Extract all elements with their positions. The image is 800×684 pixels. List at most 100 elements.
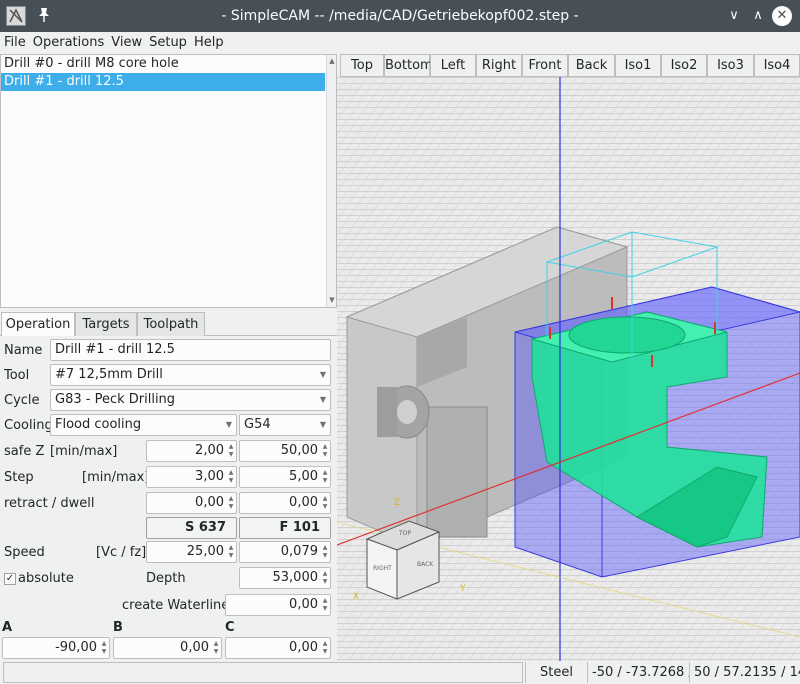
- step-min-field[interactable]: 3,00 ▲ ▼: [146, 466, 237, 488]
- spin-arrows-icon[interactable]: ▲ ▼: [227, 544, 235, 560]
- step-label: Step: [4, 470, 34, 485]
- tool-select[interactable]: #7 12,5mm Drill ▼: [50, 364, 331, 386]
- depth-field[interactable]: 53,000 ▲ ▼: [239, 567, 331, 589]
- list-scrollbar[interactable]: ▲ ▼: [326, 55, 336, 307]
- axis-a-field[interactable]: -90,00 ▲ ▼: [2, 637, 110, 659]
- list-item[interactable]: Drill #0 - drill M8 core hole: [1, 55, 325, 73]
- retract-field[interactable]: 0,00 ▲ ▼: [146, 492, 237, 514]
- view-back-button[interactable]: Back: [568, 54, 615, 77]
- minimize-button[interactable]: ∨: [724, 6, 744, 26]
- chevron-down-icon: ▼: [319, 420, 326, 429]
- speed-unit: [Vc / fz]: [96, 545, 147, 560]
- menu-view[interactable]: View: [107, 32, 145, 54]
- operations-list[interactable]: Drill #0 - drill M8 core hole Drill #1 -…: [0, 54, 337, 308]
- spin-arrows-icon[interactable]: ▲ ▼: [321, 495, 329, 511]
- tab-toolpath[interactable]: Toolpath: [137, 312, 205, 336]
- spin-arrows-icon[interactable]: ▲ ▼: [321, 570, 329, 586]
- status-bar: Steel -50 / -73.7268 / 5 50 / 57.2135 / …: [0, 661, 800, 684]
- axis-y-letter: Y: [459, 584, 466, 594]
- scroll-up-icon[interactable]: ▲: [328, 57, 336, 65]
- axis-c-field[interactable]: 0,00 ▲ ▼: [225, 637, 331, 659]
- safe-z-label: safe Z: [4, 444, 45, 459]
- maximize-button[interactable]: ∧: [748, 6, 768, 26]
- safe-z-unit: [min/max]: [50, 444, 118, 459]
- work-offset-select[interactable]: G54 ▼: [239, 414, 331, 436]
- view-cube-back-label: BACK: [417, 561, 434, 568]
- name-label: Name: [4, 343, 43, 358]
- view-iso4-button[interactable]: Iso4: [754, 54, 800, 77]
- tab-operation[interactable]: Operation: [1, 312, 75, 337]
- chevron-down-icon: ▼: [319, 370, 326, 379]
- spindle-speed-button[interactable]: S 637: [146, 517, 237, 539]
- spin-arrows-icon[interactable]: ▲ ▼: [321, 640, 329, 656]
- view-bottom-button[interactable]: Bottom: [384, 54, 433, 77]
- waterline-field[interactable]: 0,00 ▲ ▼: [225, 594, 331, 616]
- view-front-button[interactable]: Front: [522, 54, 568, 77]
- view-right-button[interactable]: Right: [476, 54, 522, 77]
- scroll-down-icon[interactable]: ▼: [328, 296, 336, 304]
- spin-arrows-icon[interactable]: ▲ ▼: [321, 544, 329, 560]
- step-max-field[interactable]: 5,00 ▲ ▼: [239, 466, 331, 488]
- view-iso2-button[interactable]: Iso2: [661, 54, 707, 77]
- step-min-value: 3,00: [195, 469, 224, 484]
- dwell-field[interactable]: 0,00 ▲ ▼: [239, 492, 331, 514]
- view-top-button[interactable]: Top: [340, 54, 384, 77]
- safe-z-min-value: 2,00: [195, 443, 224, 458]
- axis-c-label: C: [225, 620, 235, 635]
- viewport-canvas[interactable]: RIGHT BACK TOP X Y Z: [337, 77, 800, 661]
- waterline-label: create Waterline: [122, 598, 230, 613]
- cooling-select[interactable]: Flood cooling ▼: [50, 414, 237, 436]
- spin-arrows-icon[interactable]: ▲ ▼: [321, 469, 329, 485]
- spin-arrows-icon[interactable]: ▲ ▼: [227, 443, 235, 459]
- speed-fz-field[interactable]: 0,079 ▲ ▼: [239, 541, 331, 563]
- axis-z-letter: Z: [394, 498, 400, 508]
- tab-targets[interactable]: Targets: [75, 312, 137, 336]
- axis-b-label: B: [113, 620, 123, 635]
- title-bar: - SimpleCAM -- /media/CAD/Getriebekopf00…: [0, 0, 800, 32]
- dwell-value: 0,00: [289, 495, 318, 510]
- spin-arrows-icon[interactable]: ▲ ▼: [227, 495, 235, 511]
- speed-vc-field[interactable]: 25,00 ▲ ▼: [146, 541, 237, 563]
- view-cube-top-label: TOP: [398, 530, 411, 537]
- speed-fz-value: 0,079: [280, 544, 318, 559]
- step-max-value: 5,00: [289, 469, 318, 484]
- name-field[interactable]: Drill #1 - drill 12.5: [50, 339, 331, 361]
- status-coord-max: 50 / 57.2135 / 145: [689, 662, 800, 683]
- spin-arrows-icon[interactable]: ▲ ▼: [100, 640, 108, 656]
- menu-bar: File Operations View Setup Help: [0, 32, 800, 54]
- view-iso1-button[interactable]: Iso1: [615, 54, 661, 77]
- menu-setup[interactable]: Setup: [145, 32, 190, 54]
- spin-arrows-icon[interactable]: ▲ ▼: [227, 469, 235, 485]
- work-offset-value: G54: [244, 417, 271, 432]
- tool-label: Tool: [4, 368, 30, 383]
- tool-select-value: #7 12,5mm Drill: [55, 367, 163, 382]
- axis-a-label: A: [2, 620, 13, 635]
- spin-arrows-icon[interactable]: ▲ ▼: [212, 640, 220, 656]
- list-item-selected[interactable]: Drill #1 - drill 12.5: [1, 73, 325, 91]
- view-toolbar: Top Bottom Left Right Front Back Iso1 Is…: [337, 54, 800, 77]
- 3d-viewport[interactable]: RIGHT BACK TOP X Y Z: [337, 77, 800, 661]
- axis-c-value: 0,00: [289, 640, 318, 655]
- absolute-checkbox[interactable]: ✓: [4, 573, 16, 585]
- safe-z-min-field[interactable]: 2,00 ▲ ▼: [146, 440, 237, 462]
- safe-z-max-field[interactable]: 50,00 ▲ ▼: [239, 440, 331, 462]
- feed-rate-button[interactable]: F 101: [239, 517, 331, 539]
- speed-vc-value: 25,00: [186, 544, 224, 559]
- view-cube-right-label: RIGHT: [373, 565, 392, 572]
- menu-file[interactable]: File: [0, 32, 29, 54]
- cycle-select[interactable]: G83 - Peck Drilling ▼: [50, 389, 331, 411]
- menu-help[interactable]: Help: [190, 32, 227, 54]
- menu-operations[interactable]: Operations: [29, 32, 107, 54]
- view-iso3-button[interactable]: Iso3: [707, 54, 754, 77]
- waterline-value: 0,00: [289, 597, 318, 612]
- spin-arrows-icon[interactable]: ▲ ▼: [321, 597, 329, 613]
- axis-a-value: -90,00: [55, 640, 97, 655]
- spin-arrows-icon[interactable]: ▲ ▼: [321, 443, 329, 459]
- retract-dwell-label: retract / dwell: [4, 496, 95, 511]
- tab-bar: Operation Targets Toolpath: [0, 311, 337, 337]
- depth-value: 53,000: [272, 570, 319, 585]
- close-button[interactable]: ✕: [772, 6, 792, 26]
- view-left-button[interactable]: Left: [430, 54, 476, 77]
- chevron-down-icon: ▼: [319, 395, 326, 404]
- axis-b-field[interactable]: 0,00 ▲ ▼: [113, 637, 222, 659]
